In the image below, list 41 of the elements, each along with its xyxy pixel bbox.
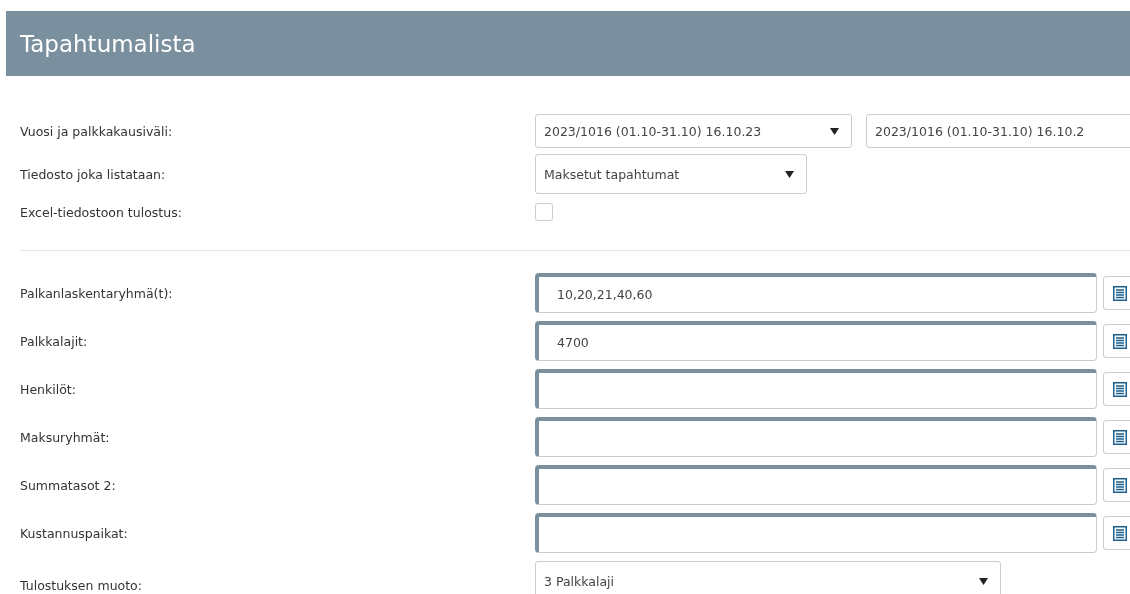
dropdown-value: 2023/1016 (01.10-31.10) 16.10.23 [544, 123, 762, 139]
list-button[interactable] [1103, 276, 1130, 310]
field-label: Tulostuksen muoto: [20, 576, 143, 593]
dropdown[interactable]: 3 Palkkalaji [535, 561, 1001, 594]
dropdown[interactable]: 2023/1016 (01.10-31.10) 16.10.23 [535, 114, 852, 148]
field-label: Summatasot 2: [20, 477, 117, 493]
input-field[interactable]: 10,20,21,40,60 [535, 273, 1097, 313]
caret-icon [979, 577, 988, 585]
dropdown-value: Maksetut tapahtumat [544, 166, 680, 182]
field-label: Palkanlaskentaryhmä(t): [20, 285, 174, 301]
list-button[interactable] [1103, 420, 1130, 454]
list-button[interactable] [1103, 468, 1130, 502]
caret-icon [830, 127, 839, 135]
dropdown[interactable]: Maksetut tapahtumat [535, 154, 807, 194]
input-field[interactable] [535, 417, 1097, 457]
field-label: Henkilöt: [20, 381, 77, 397]
input-field[interactable] [535, 369, 1097, 409]
list-button[interactable] [1103, 372, 1130, 406]
dropdown-value: 3 Palkkalaji [544, 573, 615, 589]
page-title: Tapahtumalista [20, 30, 196, 57]
dropdown-value: 2023/1016 (01.10-31.10) 16.10.2 [875, 123, 1085, 139]
input-field[interactable] [535, 513, 1097, 553]
field-label: Excel-tiedostoon tulostus: [20, 204, 183, 220]
list-button[interactable] [1103, 516, 1130, 550]
dropdown[interactable]: 2023/1016 (01.10-31.10) 16.10.2 [866, 114, 1130, 148]
input-field[interactable]: 4700 [535, 321, 1097, 361]
list-icon [1113, 285, 1127, 301]
list-icon [1113, 381, 1127, 397]
checkbox[interactable] [535, 203, 553, 221]
field-label: Maksuryhmät: [20, 429, 111, 445]
input-field[interactable] [535, 465, 1097, 505]
list-icon [1113, 333, 1127, 349]
field-label: Tiedosto joka listataan: [20, 166, 167, 182]
list-icon [1113, 429, 1127, 445]
field-label: Palkkalajit: [20, 333, 89, 349]
field-label: Vuosi ja palkkakausiväli: [20, 123, 174, 139]
list-icon [1113, 525, 1127, 541]
list-icon [1113, 477, 1127, 493]
caret-icon [785, 170, 794, 178]
list-button[interactable] [1103, 324, 1130, 358]
field-label: Kustannuspaikat: [20, 525, 129, 541]
